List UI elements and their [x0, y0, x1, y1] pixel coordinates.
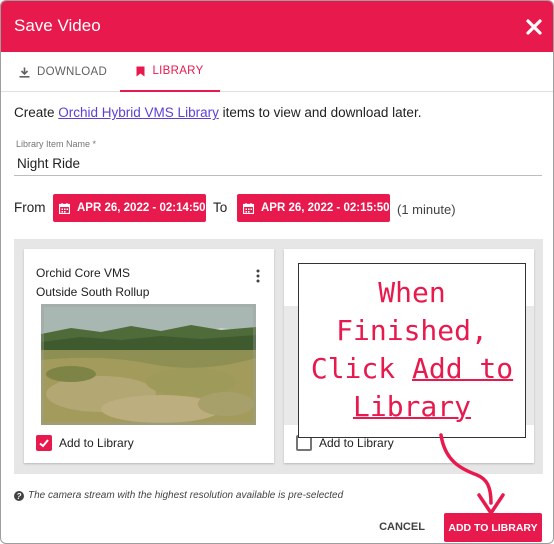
- calendar-icon: [243, 202, 254, 214]
- dialog-title: Save Video: [14, 16, 101, 35]
- callout-add-to: Add to: [412, 352, 514, 385]
- to-label: To: [213, 200, 228, 215]
- tab-download[interactable]: DOWNLOAD: [19, 52, 107, 92]
- callout-line-3: Click Add to: [299, 350, 525, 388]
- svg-text:?: ?: [17, 492, 22, 501]
- more-vert-icon[interactable]: [256, 269, 260, 283]
- camera-thumbnail: [41, 304, 256, 425]
- camera-name: Orchid Core VMS Outside South Rollup: [36, 264, 149, 302]
- library-link[interactable]: Orchid Hybrid VMS Library: [58, 105, 219, 120]
- add-to-library-button[interactable]: ADD TO LIBRARY: [444, 513, 542, 542]
- resolution-note-text: The camera stream with the highest resol…: [28, 490, 344, 501]
- help-icon: ?: [14, 490, 24, 501]
- library-item-name-input[interactable]: [14, 151, 542, 176]
- save-video-dialog: Save Video DOWNLOAD LIBRARY Create Orchi…: [0, 0, 554, 544]
- calendar-icon: [59, 202, 70, 214]
- library-item-name-label: Library Item Name *: [16, 139, 97, 149]
- to-date-button[interactable]: APR 26, 2022 - 02:15:50: [237, 194, 390, 222]
- tab-library[interactable]: LIBRARY: [120, 52, 220, 92]
- resolution-note: ? The camera stream with the highest res…: [14, 490, 343, 501]
- intro-prefix: Create: [14, 105, 59, 120]
- intro-suffix: items to view and download later.: [218, 105, 422, 120]
- from-label: From: [14, 200, 46, 215]
- callout-text: When Finished, Click Add to Library: [299, 274, 525, 426]
- checkbox-checked-icon: [36, 435, 52, 451]
- add-to-library-label: Add to Library: [319, 436, 394, 450]
- bookmark-icon: [136, 66, 145, 76]
- cancel-button[interactable]: CANCEL: [373, 515, 431, 539]
- from-date-button[interactable]: APR 26, 2022 - 02:14:50: [53, 194, 206, 222]
- callout-library: Library: [352, 390, 471, 423]
- tab-library-label: LIBRARY: [152, 65, 204, 77]
- instruction-callout: When Finished, Click Add to Library: [298, 263, 526, 438]
- pointer-arrow: [439, 433, 505, 515]
- dialog-titlebar: Save Video: [1, 1, 553, 52]
- add-to-library-label: Add to Library: [59, 436, 134, 450]
- callout-line-4: Library: [299, 388, 525, 426]
- duration-label: (1 minute): [397, 202, 456, 217]
- camera-card: Orchid Core VMS Outside South Rollup Add…: [24, 249, 274, 463]
- callout-line-1: When: [378, 276, 446, 309]
- tab-download-label: DOWNLOAD: [37, 66, 108, 78]
- callout-line-2: Finished,: [336, 314, 488, 347]
- camera-server-name: Orchid Core VMS: [36, 266, 131, 280]
- close-icon[interactable]: [525, 18, 543, 36]
- intro-text: Create Orchid Hybrid VMS Library items t…: [14, 105, 421, 120]
- camera-stream-name: Outside South Rollup: [36, 285, 150, 299]
- download-icon: [19, 67, 30, 78]
- callout-click: Click: [310, 352, 412, 385]
- tab-bar: DOWNLOAD LIBRARY: [1, 52, 553, 92]
- add-to-library-checkbox[interactable]: Add to Library: [36, 435, 134, 451]
- from-date-value: APR 26, 2022 - 02:14:50: [77, 202, 206, 214]
- to-date-value: APR 26, 2022 - 02:15:50: [261, 202, 390, 214]
